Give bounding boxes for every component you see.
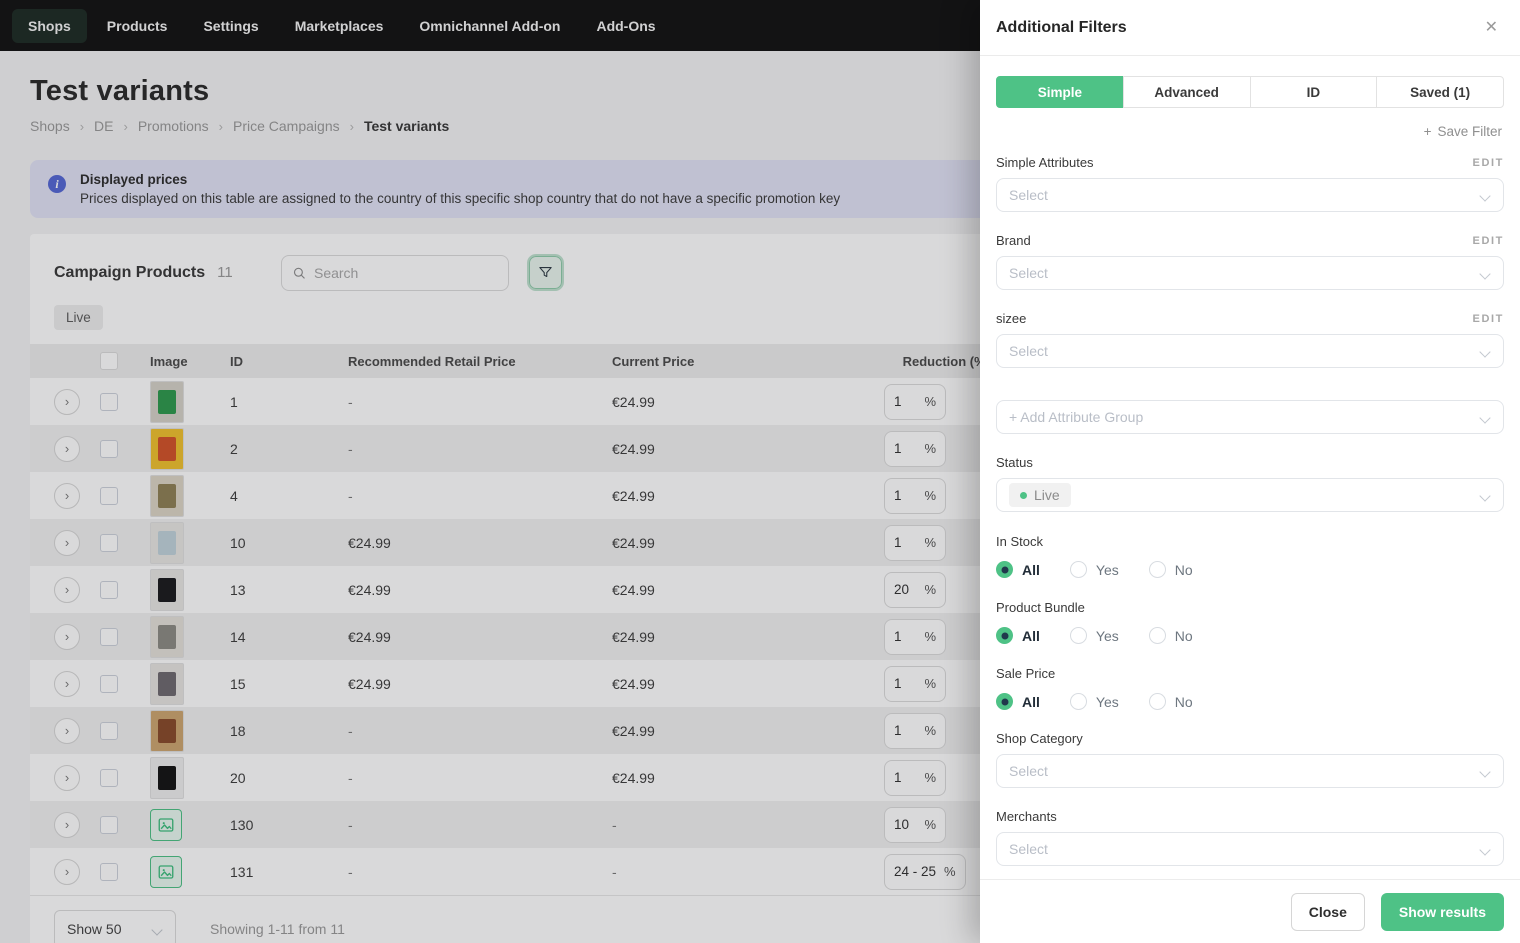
- edit-link[interactable]: EDIT: [1473, 313, 1504, 325]
- shop-category-select[interactable]: Select: [996, 754, 1504, 788]
- simple-attributes-select[interactable]: Select: [996, 178, 1504, 212]
- edit-link[interactable]: EDIT: [1473, 157, 1504, 169]
- filter-label: In Stock: [996, 534, 1043, 549]
- radio-all[interactable]: All: [996, 693, 1040, 710]
- chevron-down-icon: [1481, 844, 1491, 854]
- filter-group-sale-price: Sale Price All Yes No: [996, 665, 1504, 710]
- filter-label: Product Bundle: [996, 600, 1085, 615]
- radio-icon: [1148, 627, 1166, 644]
- radio-label: No: [1174, 693, 1193, 710]
- radio-label: All: [1022, 627, 1040, 644]
- radio-icon: [996, 627, 1013, 644]
- filter-label: Sale Price: [996, 666, 1056, 681]
- radio-all[interactable]: All: [996, 561, 1040, 578]
- chevron-down-icon: [1481, 490, 1491, 500]
- add-attribute-group-select[interactable]: + Add Attribute Group: [996, 400, 1504, 434]
- radio-label: Yes: [1095, 561, 1119, 578]
- filter-label: Merchants: [996, 809, 1057, 824]
- screen: Shops Products Settings Marketplaces Omn…: [0, 0, 1520, 943]
- radio-icon: [1069, 561, 1087, 578]
- filter-label: Shop Category: [996, 731, 1083, 746]
- radio-label: No: [1174, 627, 1193, 644]
- modal-dim-overlay[interactable]: [0, 0, 980, 943]
- radio-label: All: [1022, 693, 1040, 710]
- filter-label: Simple Attributes: [996, 155, 1094, 170]
- radio-icon: [1069, 693, 1087, 710]
- save-filter-label: Save Filter: [1437, 124, 1502, 139]
- save-filter-link[interactable]: + Save Filter: [996, 124, 1502, 139]
- status-dot-icon: [1020, 491, 1027, 499]
- filter-label: Brand: [996, 233, 1031, 248]
- filter-group-in-stock: In Stock All Yes No: [996, 533, 1504, 578]
- panel-body: Simple Advanced ID Saved (1) + Save Filte…: [980, 56, 1520, 879]
- radio-label: No: [1174, 561, 1193, 578]
- panel-footer: Close Show results: [980, 879, 1520, 943]
- select-placeholder: Select: [1009, 763, 1048, 779]
- merchants-select[interactable]: Select: [996, 832, 1504, 866]
- chevron-down-icon: [1481, 412, 1491, 422]
- filter-group-size: sizee EDIT Select: [996, 311, 1504, 368]
- filter-group-merchants: Merchants Select: [996, 809, 1504, 866]
- filter-group-simple-attributes: Simple Attributes EDIT Select: [996, 155, 1504, 212]
- chevron-down-icon: [1481, 268, 1491, 278]
- filter-label: sizee: [996, 311, 1027, 326]
- radio-icon: [996, 693, 1013, 710]
- radio-icon: [1148, 561, 1166, 578]
- status-chip[interactable]: Live: [1009, 483, 1071, 507]
- size-select[interactable]: Select: [996, 334, 1504, 368]
- filter-tabs: Simple Advanced ID Saved (1): [996, 76, 1504, 108]
- show-results-button[interactable]: Show results: [1380, 892, 1504, 931]
- select-placeholder: Select: [1009, 187, 1048, 203]
- close-icon[interactable]: ✕: [1481, 16, 1502, 40]
- radio-no[interactable]: No: [1148, 561, 1193, 578]
- radio-label: Yes: [1095, 627, 1119, 644]
- radio-yes[interactable]: Yes: [1069, 627, 1119, 644]
- radio-yes[interactable]: Yes: [1069, 561, 1119, 578]
- plus-icon: +: [1423, 124, 1432, 139]
- brand-select[interactable]: Select: [996, 256, 1504, 290]
- add-attribute-group: + Add Attribute Group: [996, 400, 1504, 434]
- radio-icon: [996, 561, 1013, 578]
- panel-header: Additional Filters ✕: [980, 0, 1520, 56]
- filter-group-brand: Brand EDIT Select: [996, 233, 1504, 290]
- tab-advanced[interactable]: Advanced: [1122, 76, 1251, 108]
- tab-saved[interactable]: Saved (1): [1376, 76, 1504, 108]
- chevron-down-icon: [1481, 346, 1491, 356]
- radio-label: All: [1022, 561, 1040, 578]
- chevron-down-icon: [1481, 766, 1491, 776]
- tab-simple[interactable]: Simple: [996, 76, 1124, 108]
- select-placeholder: + Add Attribute Group: [1009, 409, 1144, 425]
- radio-no[interactable]: No: [1148, 693, 1193, 710]
- status-select[interactable]: Live: [996, 478, 1504, 512]
- panel-title: Additional Filters: [996, 18, 1127, 36]
- select-placeholder: Select: [1009, 265, 1048, 281]
- filter-group-shop-category: Shop Category Select: [996, 731, 1504, 788]
- radio-all[interactable]: All: [996, 627, 1040, 644]
- status-chip-label: Live: [1034, 487, 1060, 503]
- filter-label: Status: [996, 455, 1033, 470]
- select-placeholder: Select: [1009, 841, 1048, 857]
- radio-label: Yes: [1095, 693, 1119, 710]
- filter-group-status: Status Live: [996, 455, 1504, 512]
- chevron-down-icon: [1481, 190, 1491, 200]
- tab-id[interactable]: ID: [1249, 76, 1378, 108]
- radio-no[interactable]: No: [1148, 627, 1193, 644]
- filter-group-product-bundle: Product Bundle All Yes No: [996, 599, 1504, 644]
- radio-icon: [1069, 627, 1087, 644]
- edit-link[interactable]: EDIT: [1473, 235, 1504, 247]
- additional-filters-panel: Additional Filters ✕ Simple Advanced ID …: [980, 0, 1520, 943]
- radio-icon: [1148, 693, 1166, 710]
- close-button[interactable]: Close: [1290, 892, 1365, 931]
- radio-yes[interactable]: Yes: [1069, 693, 1119, 710]
- select-placeholder: Select: [1009, 343, 1048, 359]
